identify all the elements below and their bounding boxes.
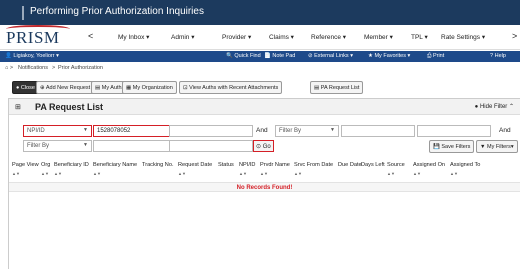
go-icon: ⊙ xyxy=(256,144,262,150)
nav-tpl[interactable]: TPL ▾ xyxy=(411,33,428,41)
grid-icon: ⊞ xyxy=(15,104,21,111)
chevron-down-icon: ▼ xyxy=(330,127,335,133)
breadcrumb: ⌂ > Notifications > Prior Authorization xyxy=(0,64,520,74)
filter1-select[interactable]: NPI/ID ▼ xyxy=(23,125,92,137)
nav-admin[interactable]: Admin ▾ xyxy=(171,33,195,41)
nav-provider[interactable]: Provider ▾ xyxy=(222,33,251,41)
col-assigned-to[interactable]: Assigned To xyxy=(450,162,480,168)
toolbar: ● Close ⊕ Add New Request ▤ My Auths ▦ M… xyxy=(0,81,520,95)
page-title: Performing Prior Authorization Inquiries xyxy=(30,6,204,17)
sort-icon[interactable]: ▲▼ xyxy=(260,171,268,176)
sort-icon[interactable]: ▲▼ xyxy=(41,171,49,176)
chevron-down-icon: ▼ xyxy=(83,142,88,148)
sort-icon[interactable]: ▲▼ xyxy=(294,171,302,176)
nav-claims[interactable]: Claims ▾ xyxy=(269,33,294,41)
col-org[interactable]: Org xyxy=(41,162,50,168)
nav-rate-settings[interactable]: Rate Settings ▾ xyxy=(441,33,485,41)
my-favorites-menu[interactable]: ★ My Favorites ▾ xyxy=(368,53,410,59)
panel-header: ⊞ PA Request List ● Hide Filter ⌃ xyxy=(9,99,520,115)
prism-logo: PRISM xyxy=(6,25,70,48)
and-label: And xyxy=(256,127,268,134)
col-npi-id[interactable]: NPI/ID xyxy=(239,162,255,168)
col-days-left[interactable]: Days Left xyxy=(361,162,385,168)
and-label-2: And xyxy=(499,127,511,134)
sort-icon[interactable]: ▲▼ xyxy=(413,171,421,176)
chevron-down-icon: ▼ xyxy=(83,127,88,133)
filter1-extra-input[interactable] xyxy=(169,125,253,137)
pa-request-panel: ⊞ PA Request List ● Hide Filter ⌃ NPI/ID… xyxy=(8,98,520,269)
breadcrumb-sep: > xyxy=(52,65,56,71)
filter3-select[interactable]: Filter By ▼ xyxy=(23,140,92,152)
note-pad-link[interactable]: 📄 Note Pad xyxy=(264,53,295,59)
my-organization-button[interactable]: ▦ My Organization xyxy=(122,81,177,94)
note-icon: 📄 xyxy=(264,53,271,59)
filter2-value-input[interactable] xyxy=(341,125,415,137)
col-due-date[interactable]: Due Date xyxy=(338,162,362,168)
filter2-select[interactable]: Filter By ▼ xyxy=(275,125,339,137)
nav-back-icon[interactable]: < xyxy=(88,31,93,41)
utility-bar: 👤 Ligiakoy, Yoeliorr ▾ 🔍 Quick Find 📄 No… xyxy=(0,51,520,62)
sort-icon[interactable]: ▲▼ xyxy=(450,171,458,176)
col-srvc-from-date[interactable]: Srvc From Date xyxy=(294,162,333,168)
col-page-view[interactable]: Page View xyxy=(12,162,39,168)
col-prvdr-name[interactable]: Prvdr Name xyxy=(260,162,290,168)
print-icon: ⎙ xyxy=(427,53,432,59)
hide-filter-button[interactable]: ● Hide Filter ⌃ xyxy=(475,103,514,110)
col-status[interactable]: Status xyxy=(218,162,234,168)
sort-icon[interactable]: ▲▼ xyxy=(178,171,186,176)
col-source[interactable]: Source xyxy=(387,162,405,168)
title-divider xyxy=(22,6,24,20)
sort-icon[interactable]: ▲▼ xyxy=(93,171,101,176)
home-icon[interactable]: ⌂ > xyxy=(5,65,13,71)
main-nav: PRISM < My Inbox ▾ Admin ▾ Provider ▾ Cl… xyxy=(0,25,520,50)
breadcrumb-notifications[interactable]: Notifications xyxy=(18,65,48,71)
table-header: Page View Org Beneficiary ID Beneficiary… xyxy=(9,162,520,182)
nav-member[interactable]: Member ▾ xyxy=(364,33,393,41)
title-bar: Performing Prior Authorization Inquiries xyxy=(0,0,520,25)
col-assigned-on[interactable]: Assigned On xyxy=(413,162,445,168)
col-request-date[interactable]: Request Date xyxy=(178,162,212,168)
col-beneficiary-name[interactable]: Beneficiary Name xyxy=(93,162,137,168)
user-menu[interactable]: 👤 Ligiakoy, Yoeliorr ▾ xyxy=(5,53,59,59)
search-icon: 🔍 xyxy=(226,53,233,59)
star-icon: ★ xyxy=(368,53,373,59)
help-link[interactable]: ? Help xyxy=(490,53,506,59)
col-beneficiary-id[interactable]: Beneficiary ID xyxy=(54,162,89,168)
col-tracking-no[interactable]: Tracking No. xyxy=(142,162,174,168)
close-button[interactable]: ● Close xyxy=(12,81,39,94)
sort-icon[interactable]: ▲▼ xyxy=(54,171,62,176)
my-filters-button[interactable]: ▼ My Filters▾ xyxy=(476,140,518,153)
external-links-menu[interactable]: ⊘ External Links ▾ xyxy=(308,53,353,59)
filter1-value-input[interactable]: 1528078052 xyxy=(93,125,170,137)
filter3-extra-input[interactable] xyxy=(169,140,253,152)
nav-my-inbox[interactable]: My Inbox ▾ xyxy=(118,33,149,41)
view-auths-recent-attachments-button[interactable]: ⊡ View Auths with Recent Attachments xyxy=(179,81,283,94)
link-icon: ⊘ xyxy=(308,53,313,59)
print-link[interactable]: ⎙ Print xyxy=(427,53,444,60)
help-icon: ? xyxy=(490,53,494,59)
breadcrumb-prior-authorization[interactable]: Prior Authorization xyxy=(58,65,103,71)
nav-reference[interactable]: Reference ▾ xyxy=(311,33,346,41)
sort-icon[interactable]: ▲▼ xyxy=(387,171,395,176)
sort-icon[interactable]: ▲▼ xyxy=(239,171,247,176)
quick-find-link[interactable]: 🔍 Quick Find xyxy=(226,53,261,59)
add-new-request-button[interactable]: ⊕ Add New Request xyxy=(36,81,95,94)
pa-request-list-button[interactable]: ▤ PA Request List xyxy=(310,81,364,94)
filter2-extra-input[interactable] xyxy=(417,125,491,137)
go-button[interactable]: ⊙ Go xyxy=(253,140,274,152)
empty-message: No Records Found! xyxy=(9,182,520,192)
filter3-value-input[interactable] xyxy=(93,140,170,152)
nav-forward-icon[interactable]: > xyxy=(512,31,517,41)
panel-title: PA Request List xyxy=(35,102,104,112)
save-filters-button[interactable]: 💾 Save Filters xyxy=(429,140,475,153)
sort-icon[interactable]: ▲▼ xyxy=(12,171,20,176)
